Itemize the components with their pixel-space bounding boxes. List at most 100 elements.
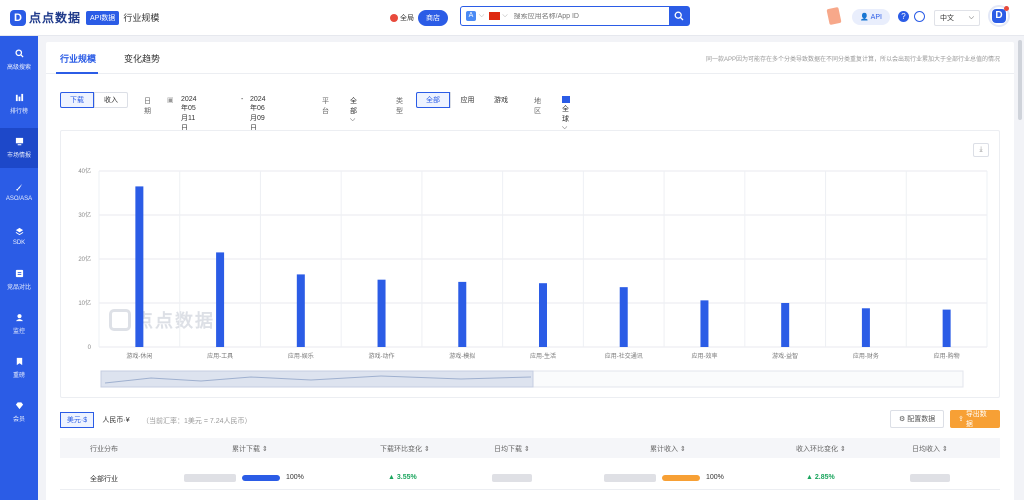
region-label: 地区	[534, 98, 541, 115]
currency-rmb-toggle[interactable]: 人民币·¥	[94, 412, 138, 428]
x-tick-label: 应用-购物	[934, 352, 960, 360]
sidebar-item-sdk[interactable]: SDK	[0, 216, 38, 256]
bar-5	[458, 281, 467, 347]
download-toggle[interactable]: 下载	[60, 92, 94, 108]
platform-select[interactable]: 全部 ⌵	[350, 96, 357, 124]
sidebar-item-market-intel[interactable]: 市场情报	[0, 128, 38, 168]
revenue-change-value: ▲ 2.85%	[806, 474, 835, 481]
tab-bar: 行业规模 变化趋势 同一款APP因为可能存在多个分类导致数据在不同分类重复计算，…	[46, 42, 1014, 74]
app-store-icon[interactable]: A	[466, 11, 476, 21]
search-icon	[674, 11, 684, 21]
x-tick-label: 应用-社交通讯	[605, 352, 643, 360]
x-tick-label: 游戏-动作	[369, 352, 395, 360]
sidebar-item-highlights[interactable]: 重磅	[0, 348, 38, 388]
search-input[interactable]	[513, 12, 654, 20]
scope-store-option[interactable]: 商店	[418, 10, 448, 26]
type-app-option[interactable]: 应用	[450, 92, 484, 108]
bar-6	[539, 283, 547, 347]
gear-icon: ⚙	[899, 416, 908, 423]
page-name: 行业规模	[123, 13, 160, 23]
calendar-icon[interactable]: ▣	[167, 96, 174, 104]
type-label: 类型	[396, 98, 403, 115]
language-select[interactable]: 中文 ⌵	[934, 10, 980, 26]
avatar[interactable]: D	[988, 5, 1010, 27]
search-button[interactable]	[669, 7, 689, 25]
chevron-down-icon: ⌵	[350, 116, 356, 123]
type-game-option[interactable]: 游戏	[484, 92, 518, 108]
sidebar-item-aso-asa[interactable]: ASO/ASA	[0, 172, 38, 212]
sidebar-item-membership[interactable]: 会员	[0, 392, 38, 432]
download-change-value: ▲ 3.55%	[388, 474, 417, 481]
total-revenue-value	[604, 474, 656, 482]
chevron-down-icon[interactable]: ⌵	[479, 12, 484, 20]
y-tick-label: 20亿	[78, 255, 91, 263]
sidebar-item-competitor-compare[interactable]: 竞品对比	[0, 260, 38, 300]
diamond-icon	[15, 402, 23, 410]
bar-9	[781, 303, 790, 347]
tab-trend[interactable]: 变化趋势	[124, 52, 160, 65]
date-start[interactable]: 2024年05月11日	[181, 96, 197, 133]
revenue-toggle[interactable]: 收入	[94, 92, 128, 108]
sidebar-item-monitor[interactable]: 监控	[0, 304, 38, 344]
help-icon[interactable]: ?	[898, 11, 909, 22]
revenue-share-bar	[662, 475, 700, 481]
compare-icon	[15, 269, 23, 278]
total-downloads-value	[184, 474, 236, 482]
chevron-down-icon[interactable]: ⌵	[502, 12, 507, 20]
bar-11	[942, 309, 951, 347]
search-scope: 全局 商店	[390, 10, 448, 26]
table-row[interactable]: 全部行业 100% ▲ 3.55% 100% ▲ 2.85%	[60, 466, 1000, 490]
config-data-button[interactable]: ⚙ 配置数据	[890, 410, 945, 428]
logo-text: 点点数据	[29, 11, 82, 25]
region-select[interactable]: 全球 ⌵	[562, 96, 570, 132]
col-total-downloads[interactable]: 累计下载 ⇕	[232, 444, 268, 454]
col-daily-revenue[interactable]: 日均收入 ⇕	[912, 444, 948, 454]
col-daily-downloads[interactable]: 日均下载 ⇕	[494, 444, 530, 454]
x-tick-label: 应用-财务	[853, 352, 879, 360]
col-download-change[interactable]: 下载环比变化 ⇕	[380, 444, 430, 454]
col-total-revenue[interactable]: 累计收入 ⇕	[650, 444, 686, 454]
rocket-icon	[15, 183, 22, 191]
currency-row: 美元·$ 人民币·¥ （当前汇率：1美元 = 7.24人民币） ⚙ 配置数据 ⇪…	[60, 410, 1000, 430]
chart-container: ⤓ 点点数据 0 10亿 20亿 30亿 40亿 游戏-休闲 应用-工具 应用-娱乐 游戏-动作…	[60, 130, 1000, 398]
api-button[interactable]: 👤 API	[852, 9, 890, 25]
scrollbar-thumb[interactable]	[1018, 40, 1022, 120]
bar-2	[216, 252, 225, 347]
notification-dot	[1004, 6, 1009, 11]
sidebar-item-rankings[interactable]: 排行榜	[0, 84, 38, 124]
x-tick-label: 游戏-益智	[772, 352, 798, 360]
bar-3	[296, 274, 305, 347]
search-icon	[14, 49, 24, 58]
promo-gift-icon[interactable]	[826, 6, 842, 26]
api-data-badge[interactable]: API数据	[86, 10, 120, 25]
exchange-rate-note: （当前汇率：1美元 = 7.24人民币）	[142, 418, 252, 425]
layers-icon	[15, 227, 23, 235]
monitor-icon	[15, 137, 23, 146]
sidebar-item-advanced-search[interactable]: 高级搜索	[0, 40, 38, 80]
tab-industry-scale[interactable]: 行业规模	[60, 52, 96, 65]
type-all-option[interactable]: 全部	[416, 92, 450, 108]
search-bar: A ⌵ ⌵	[460, 6, 690, 26]
date-end[interactable]: 2024年06月09日	[250, 96, 266, 133]
export-icon: ⇪	[958, 416, 966, 423]
bar-10	[861, 308, 870, 347]
chevron-down-icon: ⌵	[968, 14, 974, 21]
avatar-letter: D	[992, 9, 1006, 23]
revenue-share-pct: 100%	[706, 474, 724, 481]
bar-chart: 0 10亿 20亿 30亿 40亿游戏-休闲 应用-工具 应用-娱乐 游戏-动作 游戏-模拟 应用…	[78, 167, 988, 388]
wechat-icon[interactable]	[914, 11, 925, 22]
bar-8	[700, 300, 709, 347]
bar-1	[135, 186, 144, 347]
col-revenue-change[interactable]: 收入环比变化 ⇕	[796, 444, 846, 454]
download-share-bar	[242, 475, 280, 481]
currency-usd-toggle[interactable]: 美元·$	[60, 412, 94, 428]
logo[interactable]: D 点点数据 API数据 行业规模	[10, 9, 159, 26]
scope-all-option[interactable]: 全局	[390, 13, 414, 23]
bar-7	[619, 287, 628, 347]
page-scrollbar[interactable]	[1016, 36, 1024, 500]
china-flag-icon[interactable]	[489, 12, 501, 20]
industry-name: 全部行业	[90, 476, 118, 483]
download-share-pct: 100%	[286, 474, 304, 481]
bar-4	[377, 279, 386, 347]
export-data-button[interactable]: ⇪ 导出数据	[950, 410, 1000, 428]
